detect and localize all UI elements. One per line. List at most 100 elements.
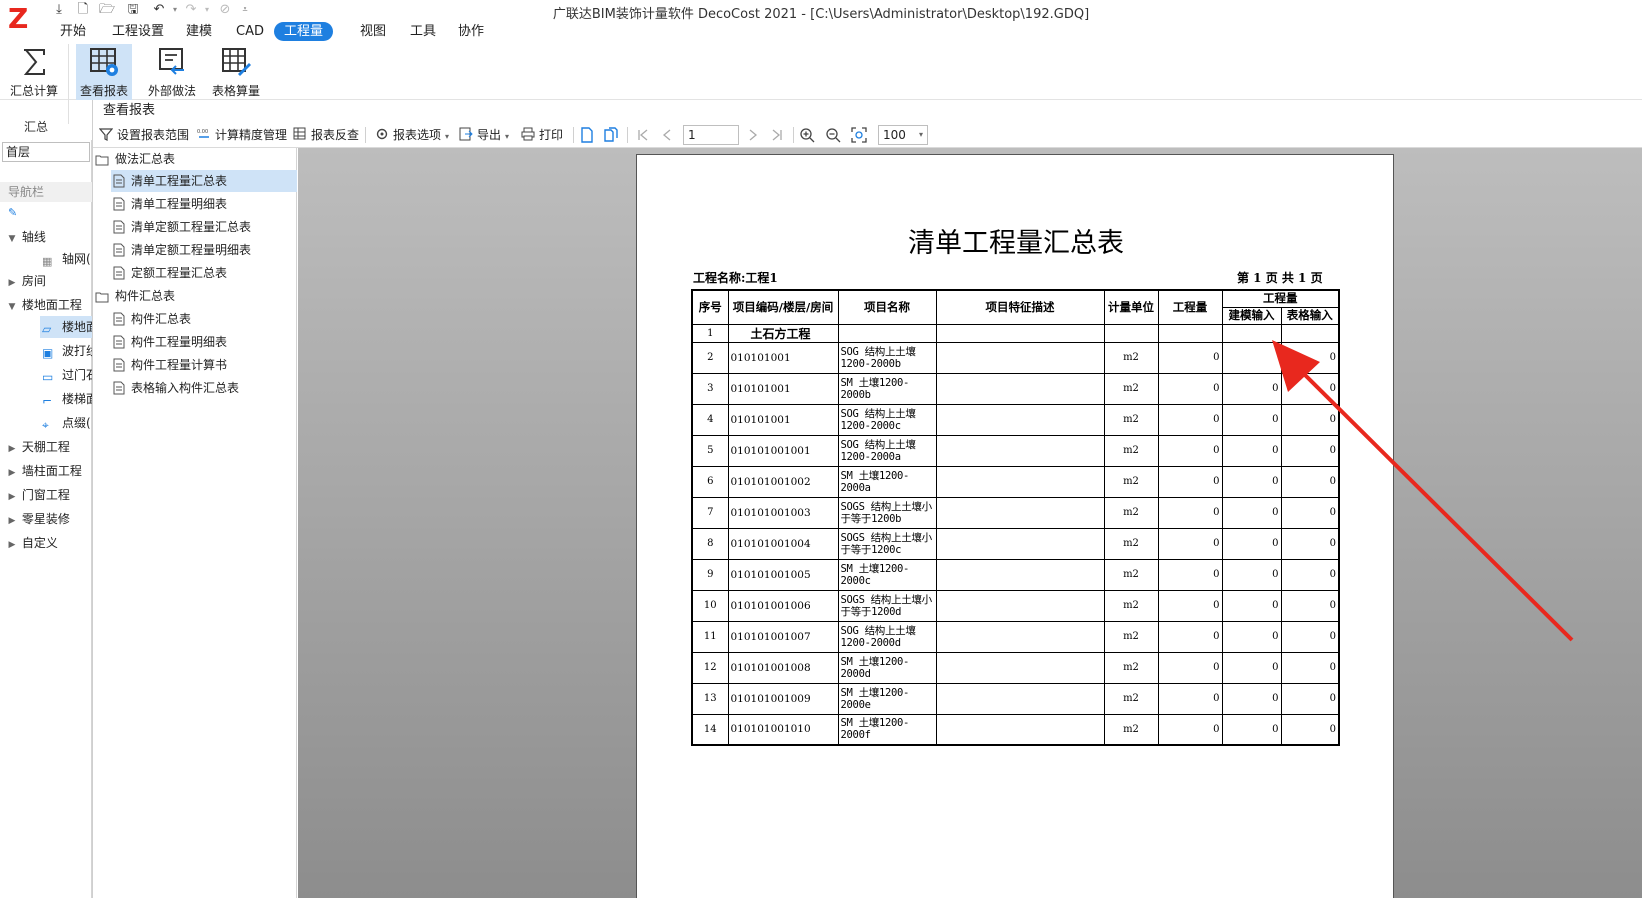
cell-model-input: 0	[1221, 434, 1282, 467]
cell-section-label: 土石方工程	[727, 323, 839, 343]
cell-name: SM 土壤1200-2000a	[837, 465, 937, 498]
report-toolbar: 设置报表范围 0.00 计算精度管理 报表反查 报表选项 ▾ 导出 ▾ 打印 1 10…	[93, 122, 1642, 148]
caret-right-icon: ▶	[8, 516, 16, 526]
fit-page-icon[interactable]	[851, 127, 867, 143]
menu-start[interactable]: 开始	[50, 22, 96, 41]
tree-item-bill-quantity-detail[interactable]: 清单工程量明细表	[111, 193, 227, 215]
header-unit: 计量单位	[1103, 289, 1159, 325]
tree-item-component-summary[interactable]: 构件汇总表	[111, 308, 191, 330]
zoom-out-icon[interactable]	[825, 127, 841, 143]
report-options-button[interactable]: 报表选项 ▾	[375, 125, 449, 145]
nav-stair-surface[interactable]: ⌐楼梯面	[0, 388, 92, 410]
cell-model-input: 0	[1221, 527, 1282, 560]
summary-calc-button[interactable]: 汇总计算	[6, 44, 62, 100]
report-tree: 做法汇总表 清单工程量汇总表 清单工程量明细表 清单定额工程量汇总表 清单定额工…	[93, 148, 297, 898]
filter-icon	[99, 128, 113, 141]
report-table: 序号 项目编码/楼层/房间 项目名称 项目特征描述 计量单位 工程量 工程量 建…	[691, 289, 1340, 746]
menu-modeling[interactable]: 建模	[176, 22, 222, 41]
nav-axis[interactable]: ▼ 轴线	[0, 226, 92, 248]
svg-text:0.00: 0.00	[197, 129, 208, 135]
cell-unit: m2	[1103, 682, 1159, 715]
chevron-down-icon: ▾	[445, 132, 450, 141]
report-reverse-check-button[interactable]: 报表反查	[293, 125, 359, 145]
nav-floor-surface[interactable]: ⏥楼地面	[40, 316, 92, 338]
cell-seq: 11	[691, 620, 729, 653]
export-button[interactable]: 导出 ▾	[459, 125, 509, 145]
nav-room[interactable]: ▶ 房间	[0, 270, 92, 292]
last-page-icon[interactable]	[769, 127, 785, 143]
cell-model-input: 0	[1221, 651, 1282, 684]
report-preview[interactable]: 清单工程量汇总表 工程名称:工程1 第 1 页 共 1 页 序号 项目编码/楼层…	[298, 148, 1642, 898]
caret-right-icon: ▶	[8, 278, 16, 288]
next-page-icon[interactable]	[745, 127, 761, 143]
cell-unit: m2	[1103, 620, 1159, 653]
caret-down-icon: ▼	[8, 234, 16, 244]
nav-misc-decoration[interactable]: ▶ 零星装修	[0, 508, 92, 530]
tree-group-component-summary[interactable]: 构件汇总表	[93, 285, 175, 307]
cell-code: 010101001008	[727, 651, 839, 684]
print-button[interactable]: 打印	[521, 125, 563, 145]
nav-wall-column-works[interactable]: ▶ 墙柱面工程	[0, 460, 92, 482]
menu-cad[interactable]: CAD	[226, 22, 274, 41]
zoom-select[interactable]: 100 ▾	[878, 125, 928, 145]
precision-manage-button[interactable]: 0.00 计算精度管理	[197, 125, 287, 145]
nav-floor-works[interactable]: ▼ 楼地面工程	[0, 294, 92, 316]
cell-qty: 0	[1157, 434, 1223, 467]
zoom-in-icon[interactable]	[799, 127, 815, 143]
cell-code: 010101001006	[727, 589, 839, 622]
cell-feature	[935, 713, 1105, 746]
tree-item-component-quantity-detail[interactable]: 构件工程量明细表	[111, 331, 227, 353]
floor-select[interactable]: 首层	[2, 142, 90, 162]
single-page-icon[interactable]	[579, 127, 595, 143]
nav-threshold-stone[interactable]: ▭过门石	[0, 364, 92, 386]
table-quantity-button[interactable]: 表格算量	[208, 44, 264, 100]
view-report-button[interactable]: 查看报表	[76, 44, 132, 100]
nav-ceiling-works[interactable]: ▶ 天棚工程	[0, 436, 92, 458]
header-code: 项目编码/楼层/房间	[727, 289, 839, 325]
page-number-input[interactable]: 1	[683, 125, 739, 145]
cell-table-input: 0	[1280, 465, 1340, 498]
multi-page-icon[interactable]	[603, 127, 619, 143]
table-row: 14 010101001010 SM 土壤1200-2000f m2 0 0 0	[691, 713, 1340, 746]
nav-door-window-works[interactable]: ▶ 门窗工程	[0, 484, 92, 506]
document-icon	[113, 381, 125, 395]
report-page: 清单工程量汇总表 工程名称:工程1 第 1 页 共 1 页 序号 项目编码/楼层…	[636, 154, 1394, 898]
tree-item-bill-quota-summary[interactable]: 清单定额工程量汇总表	[111, 216, 251, 238]
nav-accent[interactable]: ⌖ 点缀(	[0, 412, 92, 434]
tree-item-bill-quantity-summary[interactable]: 清单工程量汇总表	[111, 170, 297, 192]
prev-page-icon[interactable]	[659, 127, 675, 143]
nav-wave-line[interactable]: ▣波打线	[0, 340, 92, 362]
cell-unit: m2	[1103, 589, 1159, 622]
cell-feature	[935, 465, 1105, 498]
tree-item-quota-summary[interactable]: 定额工程量汇总表	[111, 262, 227, 284]
cell-unit: m2	[1103, 372, 1159, 405]
menu-quantities[interactable]: 工程量	[274, 22, 334, 41]
cell-table-input: 0	[1280, 682, 1340, 715]
menu-project-settings[interactable]: 工程设置	[102, 22, 174, 41]
cell-seq: 1	[691, 323, 729, 343]
nav-custom[interactable]: ▶ 自定义	[0, 532, 92, 554]
cell-model-input: 0	[1221, 372, 1282, 405]
cell-table-input: 0	[1280, 341, 1340, 374]
external-method-button[interactable]: 外部做法	[144, 44, 200, 100]
tree-group-method-summary[interactable]: 做法汇总表	[93, 148, 175, 170]
tree-item-component-calculation[interactable]: 构件工程量计算书	[111, 354, 227, 376]
nav-axis-grid[interactable]: ▦ 轴网(	[0, 248, 92, 270]
menu-view[interactable]: 视图	[350, 22, 396, 41]
menu-tools[interactable]: 工具	[400, 22, 446, 41]
cell-model-input: 0	[1221, 496, 1282, 529]
title-bar: Z ⤓ 🗋 🗁 🖫 ↶ ▾ ↷ ▾ ⊘ ⩡ 广联达BIM装饰计量软件 DecoC…	[0, 0, 1642, 35]
pin-icon[interactable]: ✎	[8, 206, 17, 219]
cell-seq: 10	[691, 589, 729, 622]
first-page-icon[interactable]	[635, 127, 651, 143]
cell-seq: 7	[691, 496, 729, 529]
table-row: 6 010101001002 SM 土壤1200-2000a m2 0 0 0	[691, 465, 1340, 498]
header-qty-group: 工程量	[1221, 289, 1340, 308]
set-report-range-button[interactable]: 设置报表范围	[99, 125, 189, 145]
document-icon	[113, 358, 125, 372]
tree-item-table-input-summary[interactable]: 表格输入构件汇总表	[111, 377, 239, 399]
tree-item-bill-quota-detail[interactable]: 清单定额工程量明细表	[111, 239, 251, 261]
cell-name: SOG 结构上土壤1200-2000b	[837, 341, 937, 374]
menu-collaboration[interactable]: 协作	[448, 22, 494, 41]
external-method-icon	[159, 48, 184, 75]
